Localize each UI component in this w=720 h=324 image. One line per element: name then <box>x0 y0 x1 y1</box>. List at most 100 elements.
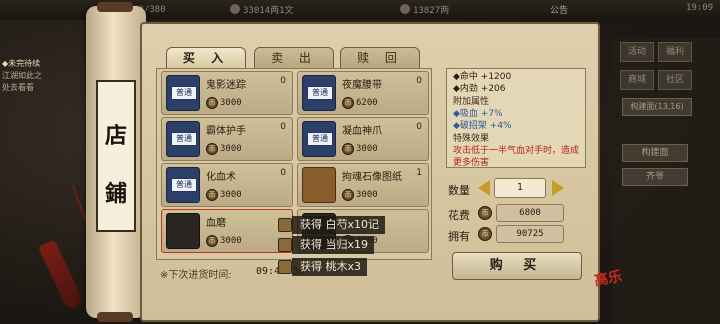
item-stock: 0 <box>280 122 286 132</box>
owned-value: 90725 <box>496 225 564 243</box>
rarity-tag: 普通 <box>171 86 197 100</box>
quest-line: 江湖如此之 <box>2 71 42 80</box>
attr-line: ◆破招架 +4% <box>453 121 512 131</box>
shop-item[interactable]: 普通 霸体护手 0 币 3000 <box>161 117 293 161</box>
community-button[interactable]: 社区 <box>658 70 692 90</box>
shop-item[interactable]: 普通 鬼影迷踪 0 币 3000 <box>161 71 293 115</box>
manual-icon: 普通 <box>166 121 200 157</box>
item-price: 3000 <box>220 98 242 108</box>
npc-button[interactable]: 齐爷 <box>622 168 688 186</box>
wood-icon <box>278 260 292 274</box>
item-name: 鬼影迷踪 <box>206 80 246 91</box>
attr-header: 附加属性 <box>453 97 490 107</box>
quantity-stepper[interactable]: 1 <box>494 178 546 198</box>
shop-title-plate: 店 鋪 <box>96 80 136 232</box>
item-name: 拘魂石像图纸 <box>342 172 402 183</box>
shop-item[interactable]: 拘魂石像图纸 1 币 3000 <box>297 163 429 207</box>
shop-title-char: 鋪 <box>104 181 127 207</box>
coin-icon: 币 <box>342 143 354 155</box>
quest-line: 处去看看 <box>2 83 34 92</box>
attr-line: ◆吸血 +7% <box>453 109 503 119</box>
rarity-tag: 普通 <box>307 86 333 100</box>
rarity-tag: 普通 <box>171 178 197 192</box>
currency-value: 13827两 <box>413 6 450 16</box>
item-stock: 0 <box>280 76 286 86</box>
item-price: 3000 <box>220 144 242 154</box>
blueprint-icon <box>302 167 336 203</box>
acquire-toast: 获得 桃木x3 <box>292 258 368 276</box>
item-price: 3000 <box>356 144 378 154</box>
coin-icon: 币 <box>206 189 218 201</box>
cost-label: 花费 <box>448 209 470 222</box>
item-stock: 0 <box>280 168 286 178</box>
acquire-toast: 获得 白芍x10记 <box>292 216 386 234</box>
welfare-button[interactable]: 福利 <box>658 42 692 62</box>
coin-icon: 币 <box>478 206 492 220</box>
shop-item[interactable]: 普通 夜魔腰带 0 币 6200 <box>297 71 429 115</box>
shop-title-char: 店 <box>104 123 127 149</box>
quest-tracker[interactable]: ◆未完待续 江湖如此之 处去看看 <box>2 58 82 94</box>
owned-label: 拥有 <box>448 230 470 243</box>
decrease-arrow-icon[interactable] <box>478 180 490 196</box>
buy-button[interactable]: 购 买 <box>452 252 582 280</box>
shop-item-selected[interactable]: 血磨 币 3000 <box>161 209 293 253</box>
scroll-knob <box>97 312 133 322</box>
item-name: 霸体护手 <box>206 126 246 137</box>
item-name: 夜魔腰带 <box>342 80 382 91</box>
shop-item[interactable]: 普通 化血术 0 币 3000 <box>161 163 293 207</box>
quantity-label: 数量 <box>448 184 470 197</box>
herb-icon <box>278 238 292 252</box>
build-button[interactable]: 构建面 <box>622 144 688 162</box>
coin-icon: 币 <box>206 143 218 155</box>
announcement-button[interactable]: 公告 <box>550 3 568 17</box>
coin-icon: 币 <box>478 227 492 241</box>
mall-button[interactable]: 商城 <box>620 70 654 90</box>
side-menu: 活动 福利 商城 社区 构建面(13,16) 构建面 齐爷 <box>612 38 720 324</box>
shop-item[interactable]: 普通 凝血神爪 0 币 3000 <box>297 117 429 161</box>
restock-label: ※下次进货时间: <box>160 270 232 281</box>
item-stock: 0 <box>416 122 422 132</box>
money-readout: 33014两1文 <box>230 3 294 17</box>
clock-time: 19:09 <box>686 3 714 13</box>
acquire-toast: 获得 当归x19 <box>292 236 375 254</box>
weapon-icon <box>166 213 200 249</box>
build-location[interactable]: 构建面(13,16) <box>622 98 692 116</box>
activity-button[interactable]: 活动 <box>620 42 654 62</box>
item-price: 3000 <box>220 190 242 200</box>
item-price: 3000 <box>356 190 378 200</box>
tab-sell[interactable]: 卖 出 <box>254 47 334 69</box>
tab-buy[interactable]: 买 入 <box>166 47 246 69</box>
increase-arrow-icon[interactable] <box>552 180 564 196</box>
item-name: 化血术 <box>206 172 236 183</box>
cost-value: 6800 <box>496 204 564 222</box>
rarity-tag: 普通 <box>307 132 333 146</box>
scroll-knob <box>97 2 133 12</box>
effect-header: 特殊效果 <box>453 134 490 144</box>
item-detail-panel[interactable]: ◆命中 +1200 ◆内劲 +206 附加属性 ◆吸血 +7% ◆破招架 +4%… <box>446 68 586 168</box>
item-price: 3000 <box>220 236 242 246</box>
item-stock: 0 <box>416 76 422 86</box>
ingot-icon <box>400 4 410 14</box>
herb-icon <box>278 218 292 232</box>
manual-icon: 普通 <box>302 121 336 157</box>
quest-title: ◆未完待续 <box>2 59 41 68</box>
item-price: 6200 <box>356 98 378 108</box>
coin-icon: 币 <box>342 189 354 201</box>
money-value: 33014两1文 <box>243 6 294 16</box>
manual-icon: 普通 <box>166 75 200 111</box>
manual-icon: 普通 <box>166 167 200 203</box>
coin-icon: 币 <box>206 97 218 109</box>
manual-icon: 普通 <box>302 75 336 111</box>
item-stock: 1 <box>416 168 422 178</box>
stat-line: ◆内劲 +206 <box>453 84 506 94</box>
effect-description: 攻击低于一半气血对手时，造成更多伤害 <box>453 146 580 168</box>
money-icon <box>230 4 240 14</box>
item-name: 凝血神爪 <box>342 126 382 137</box>
coin-icon: 币 <box>206 235 218 247</box>
currency-readout: 13827两 <box>400 3 449 17</box>
item-name: 血磨 <box>206 218 226 229</box>
stat-line: ◆命中 +1200 <box>453 72 512 82</box>
coin-icon: 币 <box>342 97 354 109</box>
tab-redeem[interactable]: 赎 回 <box>340 47 420 69</box>
rarity-tag: 普通 <box>171 132 197 146</box>
